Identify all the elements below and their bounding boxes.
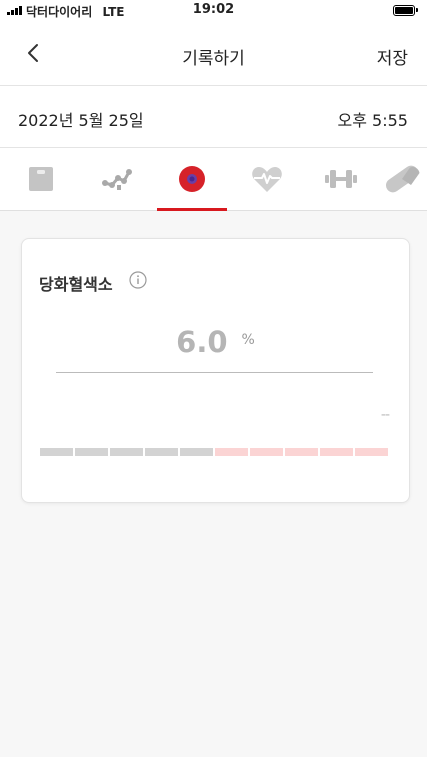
gauge-segment (355, 448, 388, 456)
datetime-row: 2022년 5월 25일 오후 5:55 (0, 86, 427, 148)
gauge-segment (320, 448, 353, 456)
hba1c-value-input[interactable]: 6.0 (176, 325, 227, 359)
graph-nodes-icon (102, 169, 132, 190)
value-underline (56, 372, 373, 373)
gauge-segment (215, 448, 248, 456)
pill-icon (385, 165, 420, 193)
battery-icon (393, 5, 418, 16)
tab-exercise[interactable] (306, 148, 376, 210)
time-picker[interactable]: 오후 5:55 (338, 107, 408, 131)
tab-blood-sugar[interactable] (82, 148, 152, 210)
save-button[interactable]: 저장 (377, 44, 408, 69)
gauge-segment (285, 448, 318, 456)
status-time: 19:02 (192, 2, 235, 17)
gauge-segment (40, 448, 73, 456)
header-area: 닥터다이어리 LTE 19:02 기록하기 저장 2022년 5월 25일 오후… (0, 0, 427, 211)
unit-label: % (241, 332, 255, 348)
tab-blood-pressure[interactable] (232, 148, 302, 210)
value-display: 6.0% (22, 325, 409, 359)
card-title: 당화혈색소 (39, 275, 113, 294)
gauge-segment (250, 448, 283, 456)
gauge-segment (145, 448, 178, 456)
active-tab-indicator (157, 208, 227, 211)
heart-pulse-icon (252, 167, 282, 192)
gauge-segment (75, 448, 108, 456)
page-title: 기록하기 (182, 49, 245, 69)
nav-bar: 기록하기 저장 (0, 22, 427, 86)
status-bar: 닥터다이어리 LTE 19:02 (0, 0, 427, 22)
date-picker[interactable]: 2022년 5월 25일 (18, 107, 144, 131)
scale-icon (29, 167, 53, 191)
category-tabs (0, 148, 427, 211)
dumbbell-icon (325, 170, 357, 188)
hba1c-card: 당화혈색소 6.0% -- (21, 238, 410, 503)
tab-medication[interactable] (382, 148, 427, 210)
info-icon[interactable] (129, 271, 147, 289)
level-gauge (40, 448, 388, 456)
gauge-segment (110, 448, 143, 456)
blood-cell-icon (179, 166, 205, 192)
tab-weight[interactable] (6, 148, 76, 210)
gauge-segment (180, 448, 213, 456)
tab-hba1c[interactable] (157, 148, 227, 210)
level-status-text: -- (380, 407, 390, 423)
